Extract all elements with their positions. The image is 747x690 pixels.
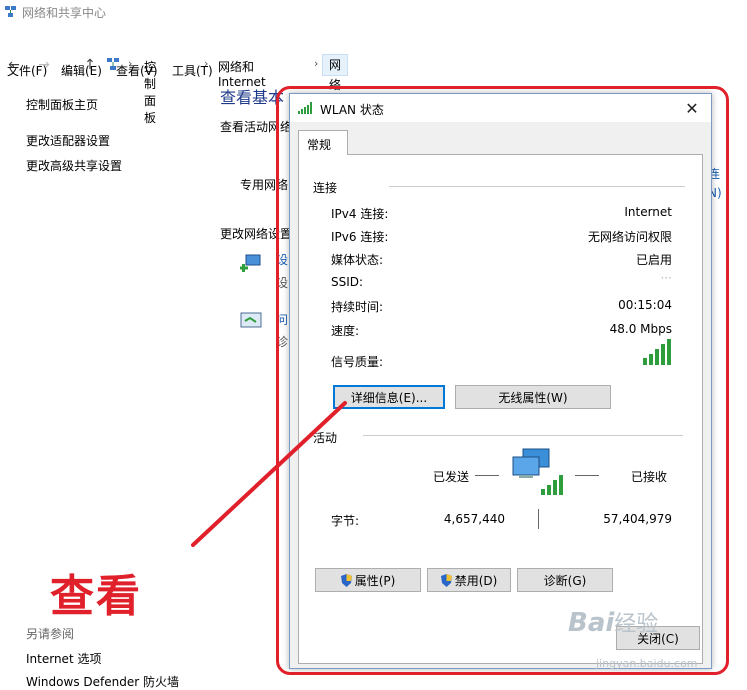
window-title: 网络和共享中心 (22, 6, 107, 20)
duration-label: 持续时间: (331, 300, 384, 314)
watermark-brand: Bai (568, 608, 615, 638)
troubleshoot-icon[interactable] (240, 311, 262, 331)
signal-quality-label: 信号质量: (331, 355, 384, 369)
annotation-arrow (191, 401, 347, 547)
signal-bars-icon (643, 339, 671, 365)
activity-group-divider (363, 435, 683, 436)
watermark: Bai经验 (568, 606, 658, 638)
media-state-value: 已启用 (635, 253, 672, 267)
menu-tools[interactable]: 工具(T) (172, 62, 213, 79)
general-panel: 连接 IPv4 连接: Internet IPv6 连接: 无网络访问权限 媒体… (298, 154, 703, 664)
duration-value: 00:15:04 (618, 298, 672, 312)
wifi-signal-icon (298, 102, 312, 114)
wlan-status-dialog: WLAN 状态 ✕ 常规 连接 IPv4 连接: Internet IPv6 连… (289, 93, 712, 669)
network-category: 专用网络 (240, 178, 289, 192)
sidebar-defender-firewall[interactable]: Windows Defender 防火墙 (26, 673, 179, 690)
watermark-brand-tail: 经验 (614, 612, 659, 637)
ipv6-label: IPv6 连接: (331, 230, 389, 244)
close-icon[interactable]: ✕ (683, 99, 701, 118)
new-connection-icon[interactable] (240, 251, 262, 273)
sidebar-see-also: 另请参阅 (26, 627, 75, 641)
sidebar-adapter-settings[interactable]: 更改适配器设置 (26, 132, 110, 149)
uac-shield-icon (440, 574, 452, 587)
disable-label: 禁用(D) (454, 574, 498, 588)
menu-view[interactable]: 查看(V) (116, 62, 158, 79)
connection-group-divider (389, 186, 685, 187)
media-state-label: 媒体状态: (331, 253, 384, 267)
watermark-url: jingyan.baidu.com (596, 657, 698, 670)
ipv4-value: Internet (624, 205, 672, 219)
bytes-divider (538, 509, 539, 529)
disable-button[interactable]: 禁用(D) (427, 568, 511, 592)
setup-connection-link[interactable]: 设 (276, 251, 288, 268)
uac-shield-icon (340, 574, 352, 587)
annotation-label: 查看 (50, 571, 142, 622)
speed-label: 速度: (331, 324, 360, 338)
main-heading: 查看基本 (220, 88, 285, 107)
speed-value: 48.0 Mbps (609, 322, 672, 336)
active-networks-label: 查看活动网络 (220, 120, 293, 134)
sent-line (475, 475, 499, 476)
menu-edit[interactable]: 编辑(E) (61, 62, 102, 79)
ipv4-label: IPv4 连接: (331, 207, 389, 221)
address-bar: ← → ⌄ ↑ › 控制面板 › 网络和 Internet › 网络和共享中心 (0, 26, 747, 192)
diagnose-button[interactable]: 诊断(G) (517, 568, 613, 592)
sidebar-internet-options[interactable]: Internet 选项 (26, 650, 101, 667)
ipv6-value: 无网络访问权限 (587, 230, 672, 244)
troubleshoot-link[interactable]: 问 (276, 311, 288, 328)
dialog-title: WLAN 状态 (320, 103, 384, 117)
bytes-sent-value: 4,657,440 (443, 512, 505, 526)
window-titlebar: 网络和共享中心 (0, 0, 747, 24)
connection-group-label: 连接 (313, 181, 338, 195)
tab-general-label: 常规 (307, 138, 332, 152)
setup-connection-desc: 设 (276, 276, 289, 290)
network-center-icon (5, 6, 16, 17)
network-computers-icon (512, 448, 563, 495)
ssid-value: ··· (660, 271, 672, 285)
sidebar-control-panel-home[interactable]: 控制面板主页 (26, 96, 98, 113)
sent-label: 已发送 (433, 470, 470, 484)
change-settings-label: 更改网络设置 (220, 227, 293, 241)
menu-file[interactable]: 文件(F) (7, 62, 47, 79)
properties-button[interactable]: 属性(P) (315, 568, 421, 592)
troubleshoot-desc: 诊 (276, 335, 289, 349)
menu-bar: 文件(F) 编辑(E) 查看(V) 工具(T) (0, 58, 747, 80)
bytes-received-value: 57,404,979 (603, 512, 672, 526)
sidebar-advanced-sharing[interactable]: 更改高级共享设置 (26, 157, 122, 174)
dialog-titlebar: WLAN 状态 ✕ (290, 94, 711, 122)
received-line (575, 475, 599, 476)
properties-label: 属性(P) (354, 574, 396, 588)
tab-general[interactable]: 常规 (298, 130, 348, 155)
received-label: 已接收 (631, 470, 668, 484)
wireless-properties-button[interactable]: 无线属性(W) (455, 385, 611, 409)
ssid-label: SSID: (331, 275, 364, 289)
